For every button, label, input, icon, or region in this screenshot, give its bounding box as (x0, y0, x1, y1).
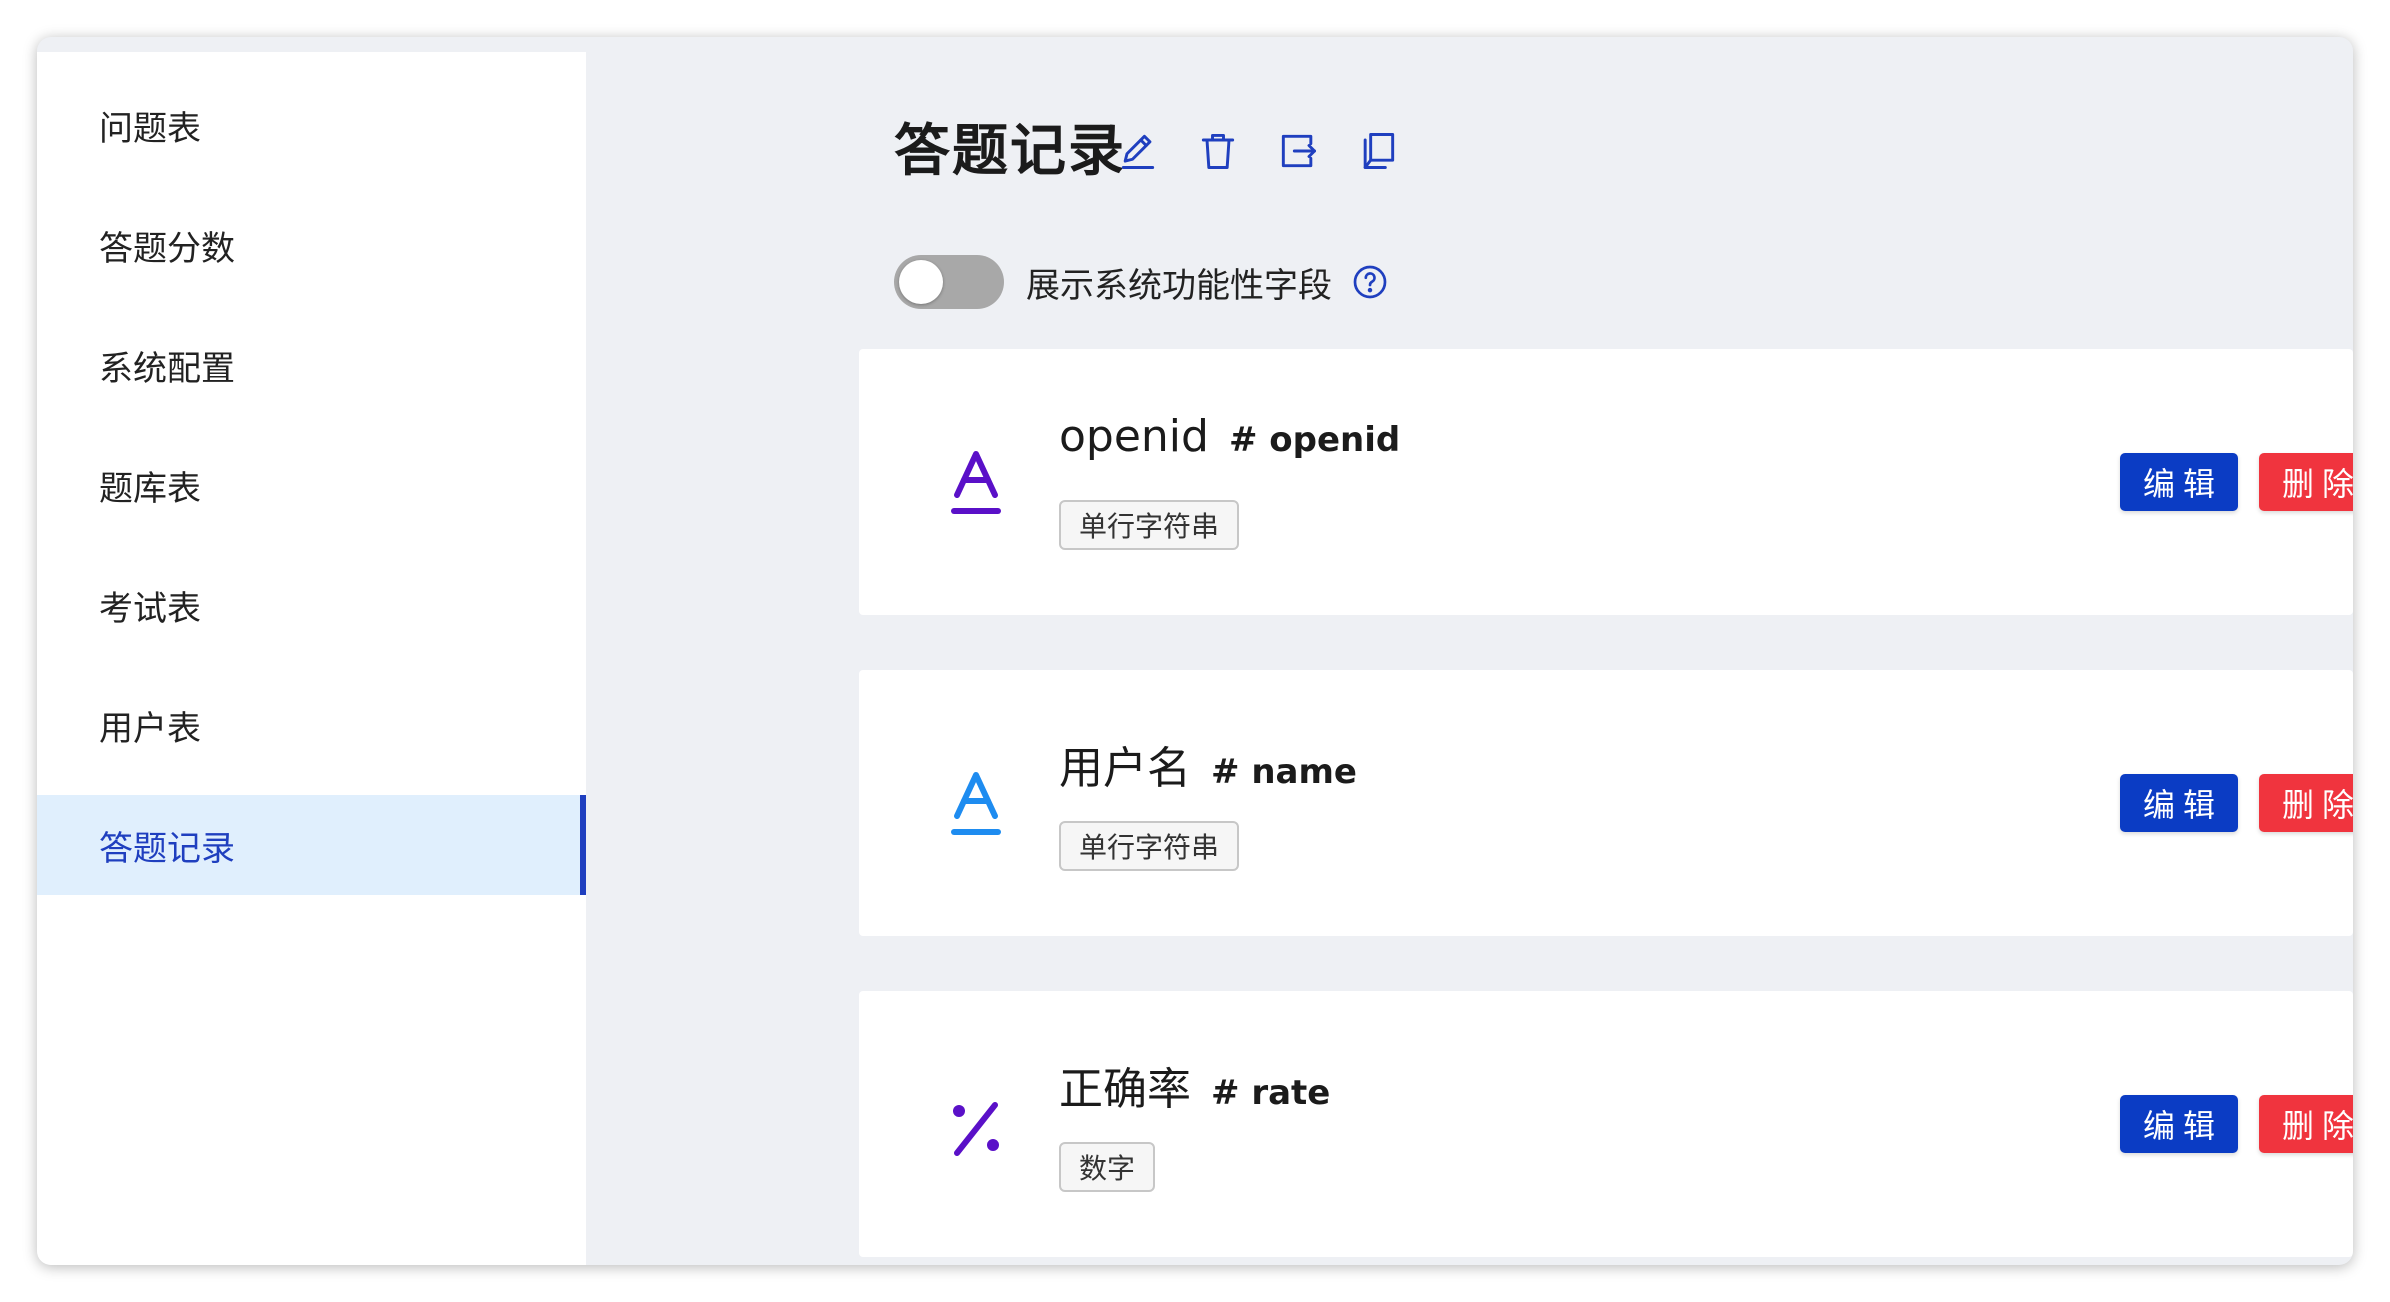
sidebar: 问题表 答题分数 系统配置 题库表 考试表 用户表 答题记录 (37, 52, 586, 1265)
delete-button[interactable]: 删除 (2259, 774, 2353, 832)
field-name: openid (1059, 411, 1209, 462)
sidebar-item-users[interactable]: 用户表 (37, 675, 586, 775)
switch-knob (899, 260, 943, 304)
delete-button[interactable]: 删除 (2259, 1095, 2353, 1153)
page-title: 答题记录 (894, 119, 1126, 184)
text-field-icon (951, 451, 1001, 514)
system-fields-switch[interactable] (894, 255, 1004, 309)
sidebar-item-questions[interactable]: 问题表 (37, 75, 586, 175)
field-title: 正确率 # rate (1059, 1053, 1330, 1117)
sidebar-item-label: 考试表 (99, 588, 201, 629)
sidebar-item-label: 问题表 (99, 108, 201, 149)
field-card: 正确率 # rate 数字 编辑 删除 (859, 991, 2353, 1257)
sidebar-item-answer-records[interactable]: 答题记录 (37, 795, 586, 895)
toggle-label: 展示系统功能性字段 (1026, 265, 1332, 306)
percent-icon (953, 1102, 999, 1156)
field-card: openid # openid 单行字符串 编辑 删除 (859, 349, 2353, 615)
sidebar-item-label: 答题记录 (99, 828, 235, 869)
edit-button[interactable]: 编辑 (2120, 453, 2238, 511)
sidebar-item-label: 答题分数 (99, 228, 235, 269)
sidebar-item-label: 题库表 (99, 468, 201, 509)
field-key: # openid (1228, 420, 1401, 460)
text-field-icon (951, 772, 1001, 835)
title-toolbar (1116, 129, 1400, 173)
sidebar-item-label: 系统配置 (99, 348, 235, 389)
system-fields-toggle-row: 展示系统功能性字段 (894, 255, 1388, 309)
trash-icon[interactable] (1196, 129, 1240, 173)
field-name: 正确率 (1059, 1064, 1191, 1115)
sidebar-item-exams[interactable]: 考试表 (37, 555, 586, 655)
field-name: 用户名 (1059, 743, 1191, 794)
export-icon[interactable] (1276, 129, 1320, 173)
delete-button[interactable]: 删除 (2259, 453, 2353, 511)
sidebar-item-question-bank[interactable]: 题库表 (37, 435, 586, 535)
field-key: # name (1211, 752, 1357, 792)
field-key: # rate (1211, 1073, 1331, 1113)
edit-button[interactable]: 编辑 (2120, 774, 2238, 832)
field-title: openid # openid (1059, 411, 1400, 462)
copy-icon[interactable] (1356, 129, 1400, 173)
field-type-tag: 单行字符串 (1059, 821, 1240, 871)
help-icon[interactable] (1352, 264, 1388, 300)
field-type-tag: 数字 (1059, 1142, 1156, 1192)
edit-icon[interactable] (1116, 129, 1160, 173)
field-type-tag: 单行字符串 (1059, 500, 1240, 550)
sidebar-item-scores[interactable]: 答题分数 (37, 195, 586, 295)
field-title: 用户名 # name (1059, 732, 1357, 796)
app-window: 问题表 答题分数 系统配置 题库表 考试表 用户表 答题记录 答题记录 展示系统… (37, 37, 2353, 1265)
sidebar-item-label: 用户表 (99, 708, 201, 749)
field-card: 用户名 # name 单行字符串 编辑 删除 (859, 670, 2353, 936)
main-content: 答题记录 展示系统功能性字段 openid # openid 单行字符串 编辑 … (586, 37, 2353, 1265)
sidebar-item-system-config[interactable]: 系统配置 (37, 315, 586, 415)
edit-button[interactable]: 编辑 (2120, 1095, 2238, 1153)
